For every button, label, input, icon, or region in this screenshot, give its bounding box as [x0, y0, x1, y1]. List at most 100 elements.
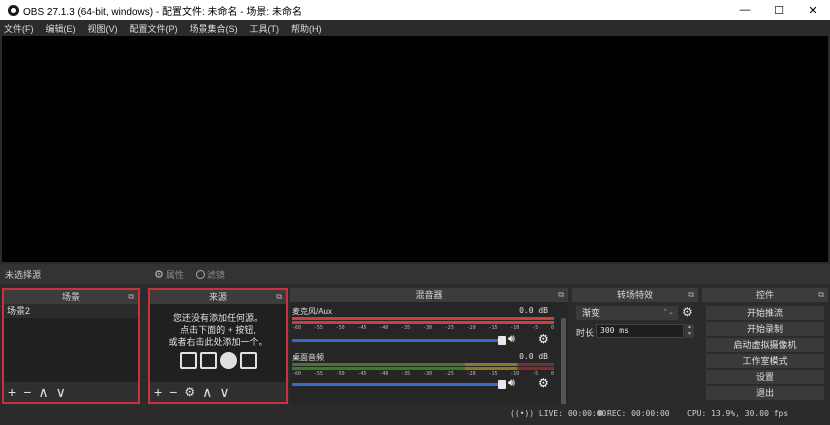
hint-line: 您还没有添加任何源。: [172, 313, 263, 323]
duration-field[interactable]: 300 ms: [596, 324, 684, 338]
channel-name: 麦克风/Aux: [292, 307, 333, 316]
undock-icon[interactable]: ⧉: [688, 288, 694, 302]
status-bar: ((•)) LIVE: 00:00:00 REC: 00:00:00 CPU: …: [0, 404, 830, 425]
scenes-list: 场景2: [4, 304, 138, 382]
studio-mode-button[interactable]: 工作室模式: [706, 354, 824, 368]
live-status: ((•)) LIVE: 00:00:00: [510, 409, 606, 418]
volume-meter: [292, 363, 554, 366]
menu-edit[interactable]: 编辑(E): [46, 22, 76, 35]
obs-logo-icon: [8, 4, 19, 16]
preview-canvas[interactable]: [2, 36, 828, 262]
move-down-icon[interactable]: ∨: [219, 382, 229, 402]
undock-icon[interactable]: ⧉: [128, 290, 134, 304]
transition-selected: 渐变: [582, 308, 601, 318]
maximize-button[interactable]: ☐: [762, 0, 796, 20]
exit-button[interactable]: 退出: [706, 386, 824, 400]
menu-scene-collection[interactable]: 场景集合(S): [190, 22, 238, 35]
volume-slider[interactable]: [292, 336, 506, 345]
menu-bar: 文件(F) 编辑(E) 视图(V) 配置文件(P) 场景集合(S) 工具(T) …: [0, 20, 830, 36]
remove-scene-button[interactable]: −: [23, 382, 31, 402]
window-title: OBS 27.1.3 (64-bit, windows) - 配置文件: 未命名…: [23, 6, 302, 18]
rec-time: REC: 00:00:00: [607, 409, 670, 418]
volume-meter: [292, 321, 554, 324]
move-down-icon[interactable]: ∨: [56, 382, 66, 402]
controls-header: 控件 ⧉: [702, 288, 828, 302]
filters-button[interactable]: 滤镜: [193, 267, 228, 282]
filters-label: 滤镜: [206, 269, 225, 280]
mixer-header: 混音器 ⧉: [290, 288, 568, 302]
start-streaming-button[interactable]: 开始推流: [706, 306, 824, 320]
menu-view[interactable]: 视图(V): [88, 22, 118, 35]
add-scene-button[interactable]: +: [8, 382, 16, 402]
mixer-scrollbar[interactable]: [561, 318, 566, 408]
transitions-header: 转场特效 ⧉: [572, 288, 698, 302]
controls-title: 控件: [755, 290, 774, 300]
image-icon: [179, 352, 197, 369]
duration-label: 时长: [576, 328, 595, 338]
gear-icon[interactable]: ⚙: [184, 382, 195, 402]
controls-body: 开始推流 开始录制 启动虚拟摄像机 工作室模式 设置 退出: [702, 302, 828, 404]
undock-icon[interactable]: ⧉: [558, 288, 564, 302]
transition-select[interactable]: 渐变 ⌃⌄: [576, 306, 678, 320]
sources-header: 来源 ⧉: [150, 290, 286, 304]
sources-toolbar: + − ⚙ ∧ ∨: [150, 382, 286, 402]
move-up-icon[interactable]: ∧: [38, 382, 48, 402]
minimize-button[interactable]: —: [728, 0, 762, 20]
channel-name: 桌面音频: [292, 353, 324, 362]
gear-icon[interactable]: ⚙: [538, 376, 549, 390]
hint-line: 或者右击此处添加一个。: [168, 337, 268, 347]
mixer-channel-mic: 麦克风/Aux 0.0 dB -60 -55 -50 -45 -40 -35 -30 -25-…: [290, 306, 558, 358]
add-source-button[interactable]: +: [154, 382, 162, 402]
mixer-channel-desktop: 桌面音频 0.0 dB -60 -55 -50 -45 -40 -35 -30 -25 -20-…: [290, 352, 558, 404]
undock-icon[interactable]: ⧉: [276, 290, 282, 304]
transitions-dock: 转场特效 ⧉ 渐变 ⌃⌄ ⚙ 时长 300 ms ▲ ▼: [572, 288, 698, 404]
volume-meter: [292, 317, 554, 320]
speaker-icon[interactable]: 🔊︎: [508, 377, 515, 390]
scenes-header: 场景 ⧉: [4, 290, 138, 304]
menu-file[interactable]: 文件(F): [4, 22, 34, 35]
camera-icon: [239, 352, 257, 369]
globe-icon: [219, 352, 237, 369]
properties-label: 属性: [165, 269, 184, 280]
menu-profile[interactable]: 配置文件(P): [130, 22, 178, 35]
mixer-dock: 混音器 ⧉ 麦克风/Aux 0.0 dB -60 -55 -50 -45 -40 -35-…: [290, 288, 568, 408]
start-virtual-camera-button[interactable]: 启动虚拟摄像机: [706, 338, 824, 352]
hint-line: 点击下面的 + 按钮,: [180, 325, 256, 335]
speaker-icon[interactable]: 🔊︎: [508, 333, 515, 346]
channel-db: 0.0 dB: [519, 352, 548, 361]
filter-icon: [195, 269, 205, 279]
controls-dock: 控件 ⧉ 开始推流 开始录制 启动虚拟摄像机 工作室模式 设置 退出: [702, 288, 828, 404]
remove-source-button[interactable]: −: [169, 382, 177, 402]
properties-button[interactable]: ⚙ 属性: [151, 267, 187, 282]
channel-db: 0.0 dB: [519, 306, 548, 315]
no-source-label: 未选择源: [5, 269, 42, 280]
slider-handle[interactable]: [498, 336, 506, 345]
close-button[interactable]: ✕: [796, 0, 830, 20]
sources-empty-hint: 您还没有添加任何源。 点击下面的 + 按钮, 或者右击此处添加一个。: [150, 304, 286, 348]
volume-meter: [292, 367, 554, 370]
scenes-toolbar: + − ∧ ∨: [4, 382, 138, 402]
scene-item[interactable]: 场景2: [4, 304, 138, 318]
slider-handle[interactable]: [498, 380, 506, 389]
start-recording-button[interactable]: 开始录制: [706, 322, 824, 336]
window-controls: — ☐ ✕: [728, 0, 830, 20]
sources-title: 来源: [208, 292, 227, 302]
menu-help[interactable]: 帮助(H): [291, 22, 322, 35]
gear-icon: ⚙: [154, 268, 164, 281]
duration-spinner[interactable]: ▲ ▼: [685, 324, 694, 338]
chevron-updown-icon: ⌃⌄: [662, 309, 674, 316]
undock-icon[interactable]: ⧉: [818, 288, 824, 302]
mixer-title: 混音器: [415, 290, 443, 300]
meter-ticks: -60 -55 -50 -45 -40 -35 -30 -25 -20 -15 -10 -5 0: [292, 325, 554, 331]
transitions-title: 转场特效: [616, 290, 653, 300]
menu-tools[interactable]: 工具(T): [250, 22, 280, 35]
settings-button[interactable]: 设置: [706, 370, 824, 384]
gear-icon[interactable]: ⚙: [538, 332, 549, 346]
mixer-body: 麦克风/Aux 0.0 dB -60 -55 -50 -45 -40 -35 -30 -25-…: [290, 302, 568, 408]
sources-list[interactable]: 您还没有添加任何源。 点击下面的 + 按钮, 或者右击此处添加一个。: [150, 304, 286, 382]
gear-icon[interactable]: ⚙: [682, 305, 693, 319]
volume-slider[interactable]: [292, 380, 506, 389]
move-up-icon[interactable]: ∧: [202, 382, 212, 402]
rec-status: REC: 00:00:00: [597, 409, 670, 418]
sources-dock: 来源 ⧉ 您还没有添加任何源。 点击下面的 + 按钮, 或者右击此处添加一个。 …: [148, 288, 288, 404]
